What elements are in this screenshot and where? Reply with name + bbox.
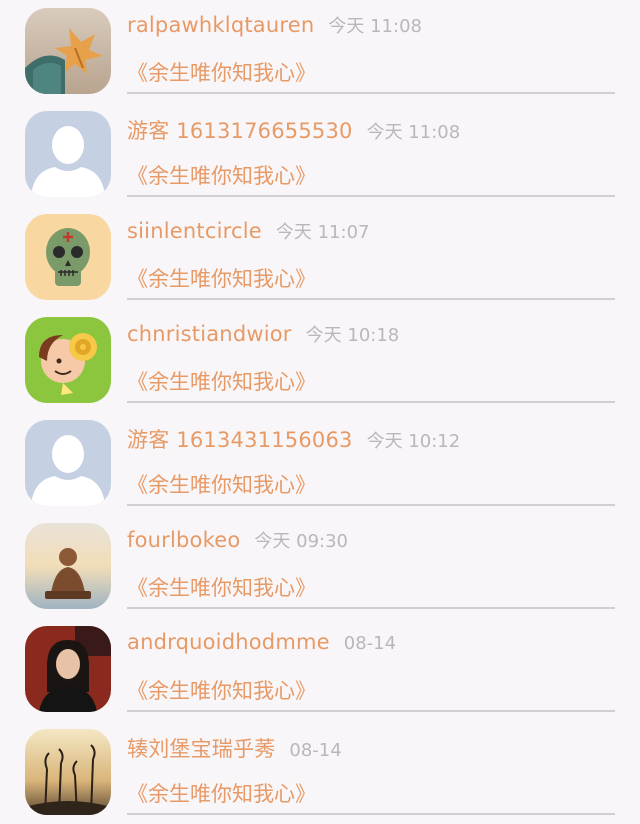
comment-text[interactable]: 《余生唯你知我心》 [127,367,615,403]
timestamp: 今天 10:18 [305,325,400,346]
default-guest-avatar[interactable] [25,420,111,506]
username[interactable]: 游客 1613431156063 [127,428,353,452]
comment-item[interactable]: siinlentcircle 今天 11:07 《余生唯你知我心》 [0,206,640,309]
comment-text[interactable]: 《余生唯你知我心》 [127,779,615,815]
username[interactable]: siinlentcircle [127,219,262,243]
cartoon-sheep-avatar[interactable] [25,317,111,403]
sugar-skull-avatar[interactable] [25,214,111,300]
comment-text[interactable]: 《余生唯你知我心》 [127,58,615,94]
timestamp: 今天 11:07 [275,222,370,243]
comment-text[interactable]: 《余生唯你知我心》 [127,161,615,197]
default-guest-avatar[interactable] [25,111,111,197]
username[interactable]: ralpawhklqtauren [127,13,314,37]
comment-text[interactable]: 《余生唯你知我心》 [127,573,615,609]
username[interactable]: andrquoidhodmme [127,630,330,654]
comment-item[interactable]: 游客 1613431156063 今天 10:12 《余生唯你知我心》 [0,412,640,515]
timestamp: 今天 11:08 [366,122,461,143]
username[interactable]: 游客 1613176655530 [127,119,353,143]
username[interactable]: fourlbokeo [127,528,240,552]
comment-item[interactable]: chnristiandwior 今天 10:18 《余生唯你知我心》 [0,309,640,412]
comment-item[interactable]: 游客 1613176655530 今天 11:08 《余生唯你知我心》 [0,103,640,206]
username[interactable]: 辏刘堡宝瑞乎莠 [127,737,275,761]
comment-text[interactable]: 《余生唯你知我心》 [127,676,615,712]
comment-item[interactable]: ralpawhklqtauren 今天 11:08 《余生唯你知我心》 [0,0,640,103]
timestamp: 08-14 [343,633,397,654]
comment-text[interactable]: 《余生唯你知我心》 [127,470,615,506]
timestamp: 今天 11:08 [328,16,422,37]
comment-item[interactable]: andrquoidhodmme 08-14 《余生唯你知我心》 [0,618,640,721]
timestamp: 08-14 [289,740,342,761]
comment-list: ralpawhklqtauren 今天 11:08 《余生唯你知我心》 游客 16… [0,0,640,815]
timestamp: 今天 10:12 [366,431,461,452]
username[interactable]: chnristiandwior [127,322,292,346]
girl-portrait-avatar[interactable] [25,626,111,712]
reeds-sunset-avatar[interactable] [25,729,111,815]
buddha-statue-avatar[interactable] [25,523,111,609]
comment-text[interactable]: 《余生唯你知我心》 [127,264,615,300]
autumn-leaf-hand-avatar[interactable] [25,8,111,94]
comment-item[interactable]: 辏刘堡宝瑞乎莠 08-14 《余生唯你知我心》 [0,721,640,824]
comment-item[interactable]: fourlbokeo 今天 09:30 《余生唯你知我心》 [0,515,640,618]
timestamp: 今天 09:30 [254,531,348,552]
